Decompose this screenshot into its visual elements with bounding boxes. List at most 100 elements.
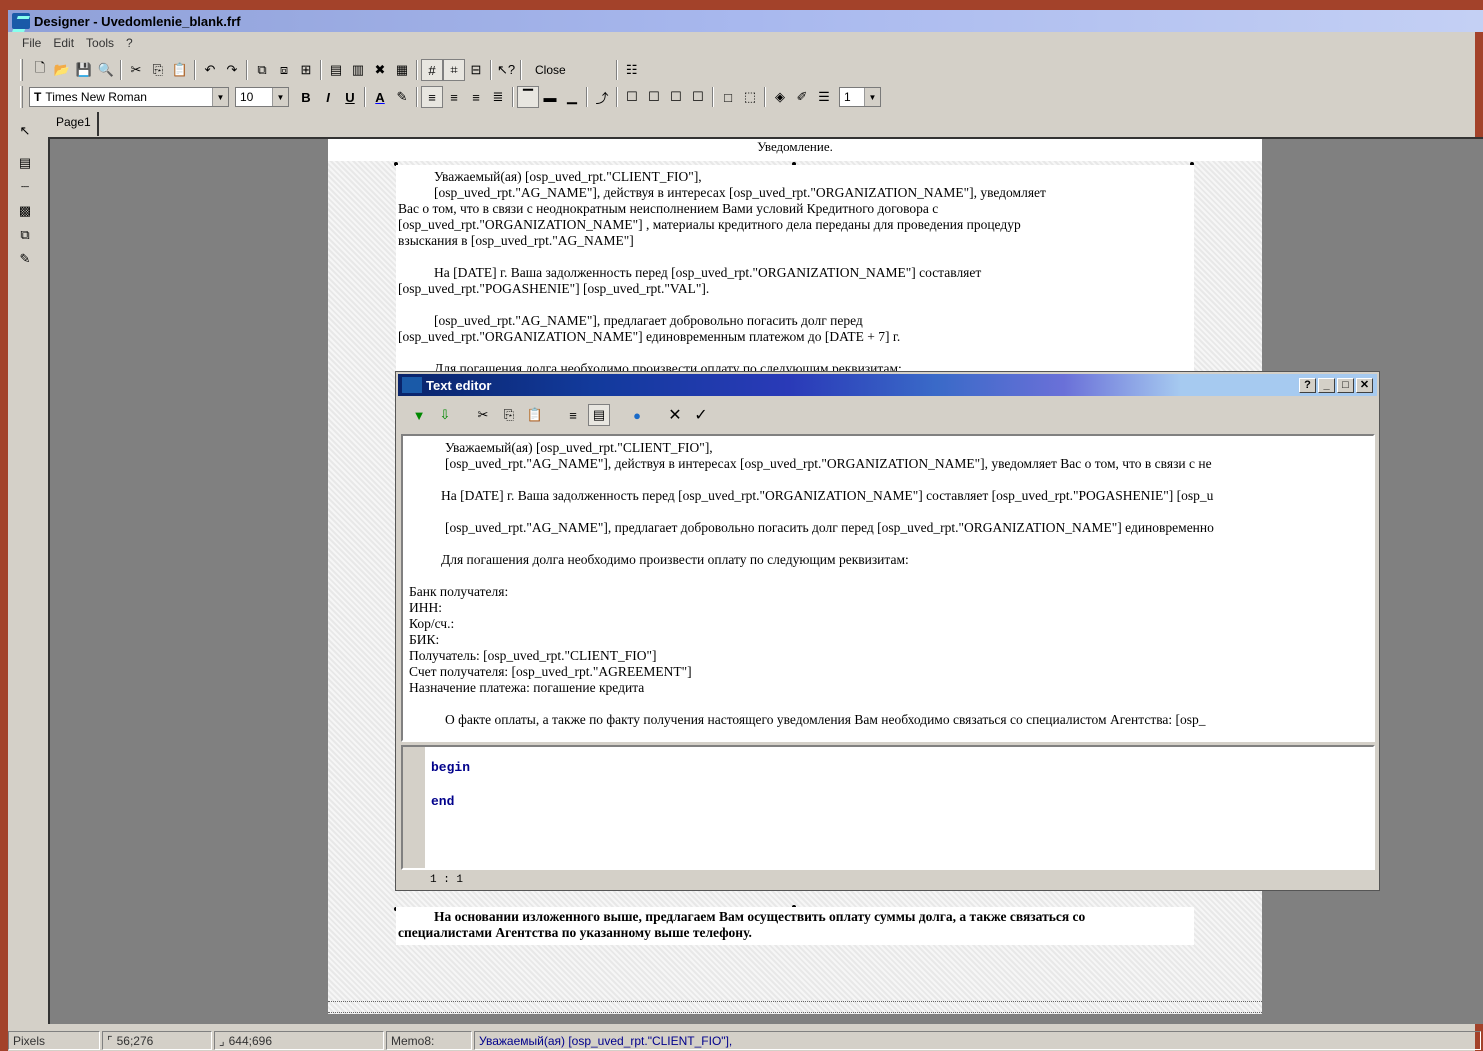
memo-line: На [DATE] г. Ваша задолженность перед [o… [434, 265, 982, 280]
close-icon[interactable]: ✕ [1356, 377, 1373, 393]
close-button[interactable]: Close [525, 59, 576, 81]
insert-band-icon[interactable]: ▤ [325, 59, 347, 81]
paste-icon[interactable]: 📋 [169, 59, 191, 81]
underline-icon[interactable]: U [339, 86, 361, 108]
tab-page1[interactable]: Page1 [50, 112, 99, 136]
fill-color-icon[interactable]: ◈ [769, 86, 791, 108]
valign-bottom-icon[interactable]: ▁ [561, 86, 583, 108]
toolbar-grip[interactable] [20, 86, 23, 108]
help-icon[interactable]: ? [1299, 377, 1316, 393]
redo-icon[interactable]: ↷ [221, 59, 243, 81]
frame-width-select[interactable]: 1 ▼ [839, 87, 881, 107]
align-to-grid-icon[interactable]: ⌗ [443, 59, 465, 81]
status-units: Pixels [8, 1031, 100, 1050]
undo-icon[interactable]: ↶ [199, 59, 221, 81]
cancel-icon[interactable]: ✕ [664, 404, 686, 426]
globe-icon[interactable]: ● [626, 404, 648, 426]
memo-line: [osp_uved_rpt."ORGANIZATION_NAME"] едино… [398, 329, 901, 344]
object-inspector-icon[interactable]: ☷ [621, 59, 643, 81]
frame-right-icon[interactable]: ☐ [687, 86, 709, 108]
chevron-down-icon[interactable]: ▼ [864, 88, 880, 106]
copy-icon[interactable]: ⎘ [147, 59, 169, 81]
select-arrow-icon[interactable]: ↖ [14, 120, 36, 142]
toolbar-grip[interactable] [20, 59, 23, 81]
editor-line: Кор/сч.: [409, 616, 455, 631]
frame-left-icon[interactable]: ☐ [643, 86, 665, 108]
title-bar: Designer - Uvedomlenie_blank.frf [8, 10, 1483, 32]
frame-all-icon[interactable]: □ [717, 86, 739, 108]
script-toggle-icon[interactable]: ▤ [588, 404, 610, 426]
script-editor[interactable]: begin end [401, 745, 1375, 870]
editor-line: Назначение платежа: погашение кредита [409, 680, 645, 695]
page-header-text[interactable]: Уведомление. [328, 139, 1262, 161]
text-editor-title-bar[interactable]: Text editor ? _ □ ✕ [398, 374, 1377, 396]
group-icon[interactable]: ⊞ [295, 59, 317, 81]
menu-file[interactable]: File [16, 36, 47, 50]
text-editor-memo[interactable]: Уважаемый(ая) [osp_uved_rpt."CLIENT_FIO"… [401, 434, 1375, 742]
paste-icon[interactable]: 📋 [524, 404, 546, 426]
preview-icon[interactable]: 🔍 [95, 59, 117, 81]
window-title: Designer - Uvedomlenie_blank.frf [34, 13, 241, 29]
bring-front-icon[interactable]: ⧉ [251, 59, 273, 81]
script-gutter [403, 747, 425, 868]
picture-icon[interactable]: ▩ [14, 200, 36, 222]
cut-icon[interactable]: ✂ [125, 59, 147, 81]
status-size: ⌟ 644;696 [214, 1031, 384, 1050]
band-icon[interactable]: ┈ [14, 176, 36, 198]
font-name-select[interactable]: T Times New Roman ▼ [29, 87, 229, 107]
frame-color-icon[interactable]: ✐ [791, 86, 813, 108]
open-icon[interactable]: 📂 [51, 59, 73, 81]
grid-icon[interactable]: # [421, 59, 443, 81]
minimize-icon[interactable]: _ [1318, 377, 1335, 393]
script-end: end [431, 794, 455, 809]
send-back-icon[interactable]: ⧈ [273, 59, 295, 81]
fit-grid-icon[interactable]: ⊟ [465, 59, 487, 81]
menu-edit[interactable]: Edit [47, 36, 80, 50]
frame-top-icon[interactable]: ☐ [621, 86, 643, 108]
insert-page-icon[interactable]: ▥ [347, 59, 369, 81]
objects-toolbar: ↖ ▤ ┈ ▩ ⧉ ✎ [8, 118, 42, 1024]
position-icon: ⌜ [107, 1033, 113, 1048]
insert-field-icon[interactable]: ▼ [408, 404, 430, 426]
memo-icon[interactable]: ▤ [14, 152, 36, 174]
memo-line: Уважаемый(ая) [osp_uved_rpt."CLIENT_FIO"… [434, 169, 702, 184]
memo-line: Вас о том, что в связи с неоднократным н… [398, 201, 939, 216]
cut-icon[interactable]: ✂ [472, 404, 494, 426]
text-editor-dialog[interactable]: Text editor ? _ □ ✕ ▼ ⇩ ✂ ⎘ 📋 ≡ ▤ ● ✕ ✓ … [395, 371, 1380, 891]
subreport-icon[interactable]: ⧉ [14, 224, 36, 246]
memo-bottom-text[interactable]: На основании изложенного выше, предлагае… [396, 907, 1194, 945]
save-icon[interactable]: 💾 [73, 59, 95, 81]
align-right-icon[interactable]: ≡ [465, 86, 487, 108]
delete-page-icon[interactable]: ✖ [369, 59, 391, 81]
copy-icon[interactable]: ⎘ [498, 404, 520, 426]
rotate-text-icon[interactable]: ⤴ [591, 86, 613, 108]
align-center-icon[interactable]: ≡ [443, 86, 465, 108]
valign-top-icon[interactable]: ▔ [517, 86, 539, 108]
ok-icon[interactable]: ✓ [690, 404, 712, 426]
main-toolbar: 🗋 📂 💾 🔍 ✂ ⎘ 📋 ↶ ↷ ⧉ ⧈ ⊞ ▤ ▥ ✖ ▦ # ⌗ ⊟ ↖?… [8, 55, 1483, 85]
menu-tools[interactable]: Tools [80, 36, 120, 50]
menu-help[interactable]: ? [120, 36, 139, 50]
highlight-icon[interactable]: ✎ [391, 86, 413, 108]
align-left-icon[interactable]: ≡ [421, 86, 443, 108]
chevron-down-icon[interactable]: ▼ [272, 88, 288, 106]
memo-main-text[interactable]: Уважаемый(ая) [osp_uved_rpt."CLIENT_FIO"… [396, 165, 1194, 371]
new-icon[interactable]: 🗋 [29, 59, 51, 81]
frame-bottom-icon[interactable]: ☐ [665, 86, 687, 108]
page-properties-icon[interactable]: ▦ [391, 59, 413, 81]
italic-icon[interactable]: I [317, 86, 339, 108]
maximize-icon[interactable]: □ [1337, 377, 1354, 393]
bold-icon[interactable]: B [295, 86, 317, 108]
font-color-icon[interactable]: A [369, 86, 391, 108]
valign-middle-icon[interactable]: ▬ [539, 86, 561, 108]
font-size-select[interactable]: 10 ▼ [235, 87, 289, 107]
word-wrap-icon[interactable]: ≡ [562, 404, 584, 426]
editor-line: Получатель: [osp_uved_rpt."CLIENT_FIO"] [409, 648, 657, 663]
help-cursor-icon[interactable]: ↖? [495, 59, 517, 81]
insert-variable-icon[interactable]: ⇩ [434, 404, 456, 426]
frame-style-icon[interactable]: ☰ [813, 86, 835, 108]
frame-none-icon[interactable]: ⬚ [739, 86, 761, 108]
align-justify-icon[interactable]: ≣ [487, 86, 509, 108]
chevron-down-icon[interactable]: ▼ [212, 88, 228, 106]
draw-icon[interactable]: ✎ [14, 248, 36, 270]
